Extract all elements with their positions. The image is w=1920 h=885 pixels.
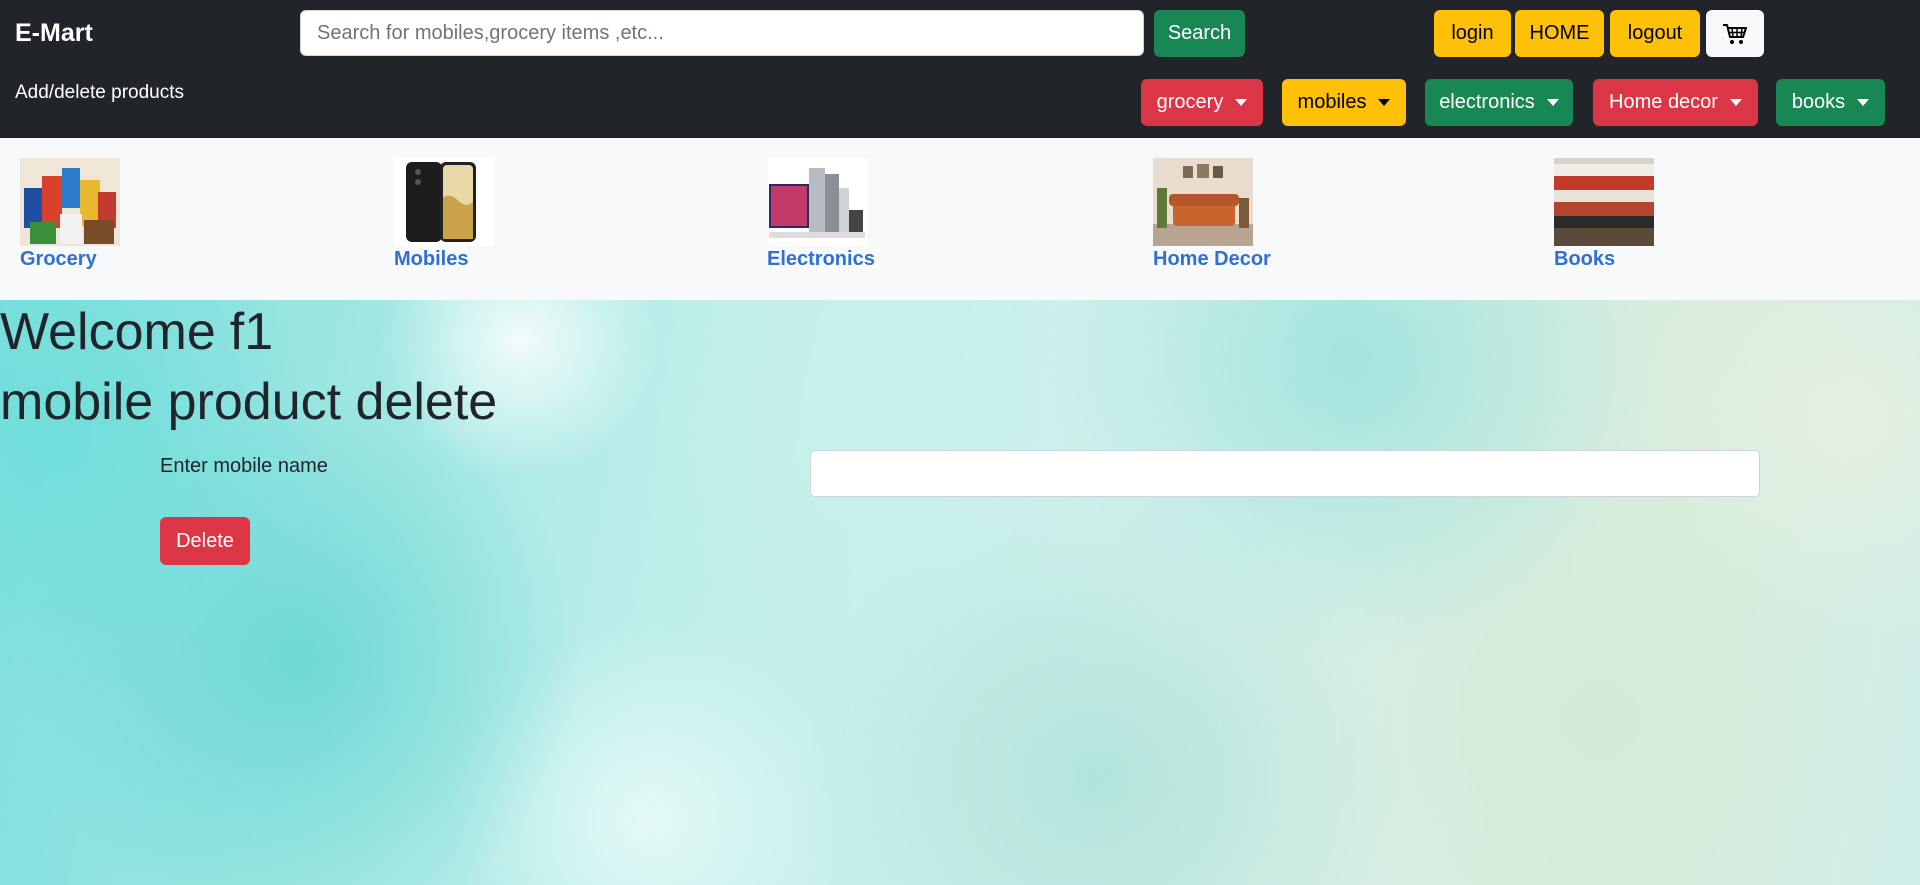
home-decor-image (1153, 158, 1253, 246)
search-input[interactable] (300, 10, 1144, 56)
welcome-text: Welcome (0, 303, 216, 361)
dropdown-label: books (1791, 91, 1846, 113)
home-decor-dropdown[interactable]: Home decor (1593, 79, 1758, 126)
caret-down-icon (1857, 99, 1870, 106)
grocery-image (20, 158, 120, 246)
mobile-name-input[interactable] (810, 450, 1760, 497)
category-mobiles[interactable]: Mobiles (394, 158, 494, 271)
logout-button[interactable]: logout (1610, 10, 1700, 57)
brand-logo[interactable]: E-Mart (15, 19, 93, 48)
category-books[interactable]: Books (1554, 158, 1654, 271)
login-button[interactable]: login (1434, 10, 1511, 57)
cart-button[interactable] (1706, 10, 1764, 57)
category-home-decor[interactable]: Home Decor (1153, 158, 1271, 271)
page-title: mobile product delete (0, 373, 498, 431)
delete-button[interactable]: Delete (160, 517, 250, 565)
electronics-dropdown[interactable]: electronics (1425, 79, 1573, 126)
category-label: Books (1554, 248, 1616, 270)
cart-icon (1723, 23, 1747, 44)
home-button[interactable]: HOME (1515, 10, 1604, 57)
mobiles-dropdown[interactable]: mobiles (1282, 79, 1406, 126)
username: f1 (229, 303, 274, 361)
caret-down-icon (1729, 99, 1742, 106)
dropdown-label: Home decor (1609, 91, 1718, 113)
dropdown-label: electronics (1439, 91, 1535, 113)
category-grocery[interactable]: Grocery (20, 158, 120, 271)
category-label: Grocery (20, 248, 97, 270)
dropdown-label: grocery (1156, 91, 1224, 113)
welcome-heading: Welcome f1 (0, 302, 273, 362)
dropdown-label: mobiles (1297, 91, 1367, 113)
search-button[interactable]: Search (1154, 10, 1245, 57)
category-label: Electronics (767, 248, 875, 270)
mobile-name-label: Enter mobile name (160, 455, 328, 477)
main-content: Welcome f1 mobile product delete Enter m… (0, 300, 1920, 885)
add-delete-products-link[interactable]: Add/delete products (15, 82, 184, 104)
electronics-image (767, 158, 867, 246)
books-dropdown[interactable]: books (1776, 79, 1885, 126)
grocery-dropdown[interactable]: grocery (1141, 79, 1263, 126)
category-label: Home Decor (1153, 248, 1271, 270)
caret-down-icon (1235, 99, 1248, 106)
mobile-phone-image (394, 158, 494, 246)
category-electronics[interactable]: Electronics (767, 158, 875, 271)
caret-down-icon (1546, 99, 1559, 106)
caret-down-icon (1378, 99, 1391, 106)
category-label: Mobiles (394, 248, 469, 270)
category-strip: Grocery Mobiles Electronics Home Decor B… (0, 138, 1920, 300)
books-image (1554, 158, 1654, 246)
navbar: E-Mart Add/delete products Search login … (0, 0, 1920, 138)
